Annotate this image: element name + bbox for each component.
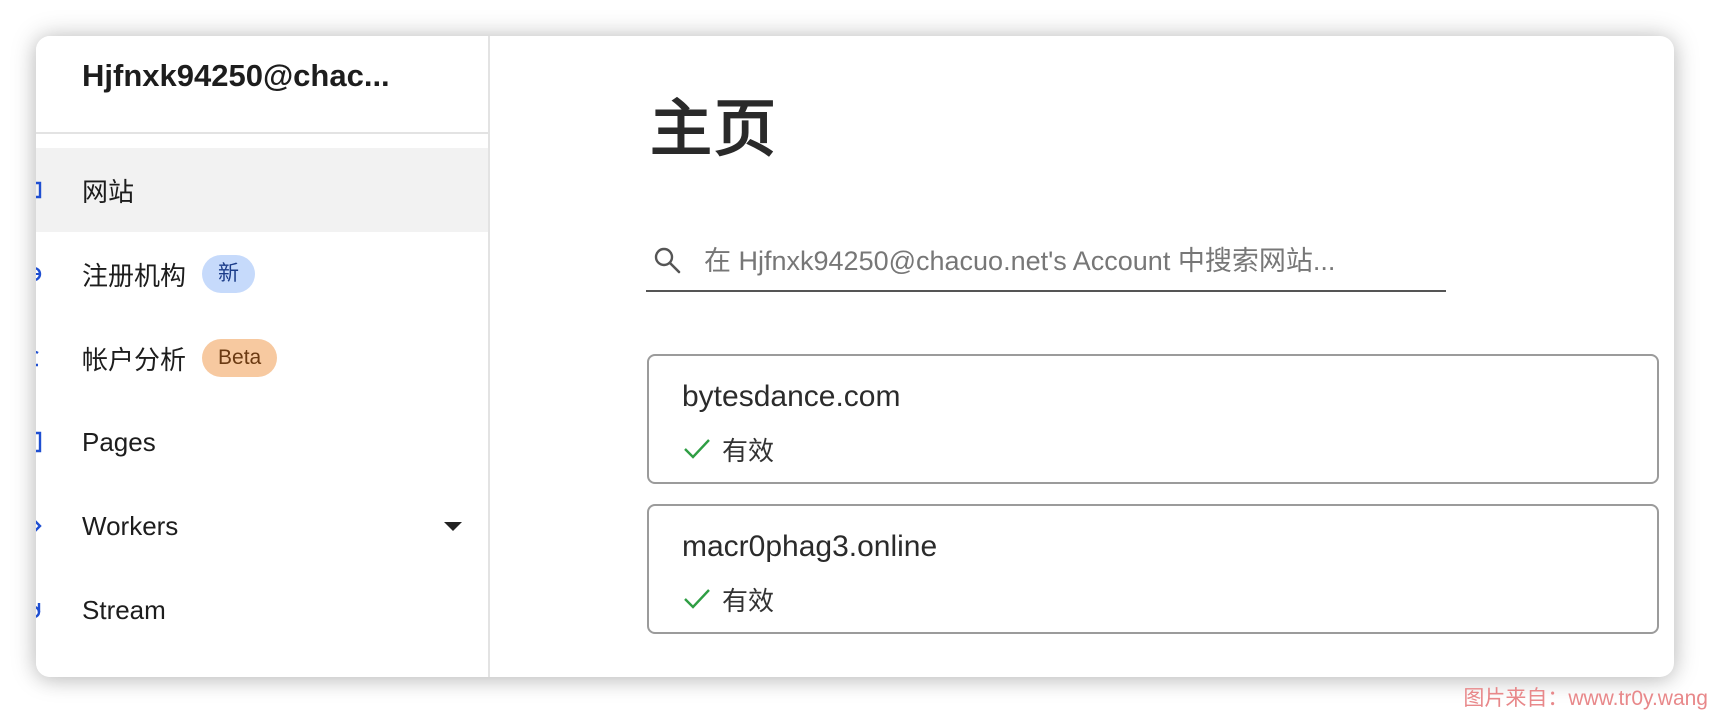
sidebar-item-account-analytics[interactable]: 帐户分析 Beta xyxy=(36,316,488,400)
workers-icon xyxy=(36,520,42,532)
site-card[interactable]: bytesdance.com 有效 xyxy=(647,354,1659,484)
check-icon xyxy=(684,589,710,609)
chevron-down-icon[interactable] xyxy=(444,522,462,531)
check-icon xyxy=(684,439,710,459)
sidebar-item-pages[interactable]: Pages xyxy=(36,400,488,484)
sidebar-item-label: Stream xyxy=(82,594,166,625)
site-name[interactable]: bytesdance.com xyxy=(682,380,900,414)
sidebar-item-label: Pages xyxy=(82,426,156,457)
new-badge: 新 xyxy=(202,255,256,293)
site-status: 有效 xyxy=(682,432,774,466)
sidebar-item-label: 网站 xyxy=(82,176,135,207)
site-search[interactable] xyxy=(646,236,1446,292)
account-header[interactable]: Hjfnxk94250@chac... xyxy=(36,36,488,134)
sidebar-item-label: Workers xyxy=(82,510,179,541)
stream-icon xyxy=(36,603,41,618)
sidebar-item-label: 帐户分析 xyxy=(82,344,187,375)
status-text: 有效 xyxy=(722,435,775,466)
beta-badge: Beta xyxy=(202,339,278,377)
site-name[interactable]: macr0phag3.online xyxy=(682,530,937,564)
search-input[interactable] xyxy=(702,240,1446,282)
sidebar-item-websites[interactable]: 网站 xyxy=(36,148,488,232)
sidebar: Hjfnxk94250@chac... 网站 注册机构 新 帐户分析 Beta … xyxy=(36,36,490,677)
watermark: 图片来自：www.tr0y.wang xyxy=(1463,687,1708,710)
search-icon xyxy=(654,247,681,274)
sidebar-item-label: 注册机构 xyxy=(82,260,187,291)
analytics-icon xyxy=(36,350,39,367)
main-content: 主页 bytesdance.com 有效 macr0phag3.online xyxy=(490,36,1674,677)
site-status: 有效 xyxy=(682,582,774,616)
sidebar-item-workers[interactable]: Workers xyxy=(36,484,488,568)
sidebar-item-stream[interactable]: Stream xyxy=(36,568,488,652)
pages-icon xyxy=(36,431,42,453)
app-window: Hjfnxk94250@chac... 网站 注册机构 新 帐户分析 Beta … xyxy=(36,36,1674,677)
sidebar-item-registrar[interactable]: 注册机构 新 xyxy=(36,232,488,316)
site-card[interactable]: macr0phag3.online 有效 xyxy=(647,504,1659,634)
sidebar-nav: 网站 注册机构 新 帐户分析 Beta Pages Workers Stream xyxy=(36,134,488,652)
registrar-icon xyxy=(36,267,42,281)
globe-icon xyxy=(36,181,42,199)
page-title: 主页 xyxy=(650,95,779,164)
account-name[interactable]: Hjfnxk94250@chac... xyxy=(82,58,390,94)
status-text: 有效 xyxy=(722,585,775,616)
